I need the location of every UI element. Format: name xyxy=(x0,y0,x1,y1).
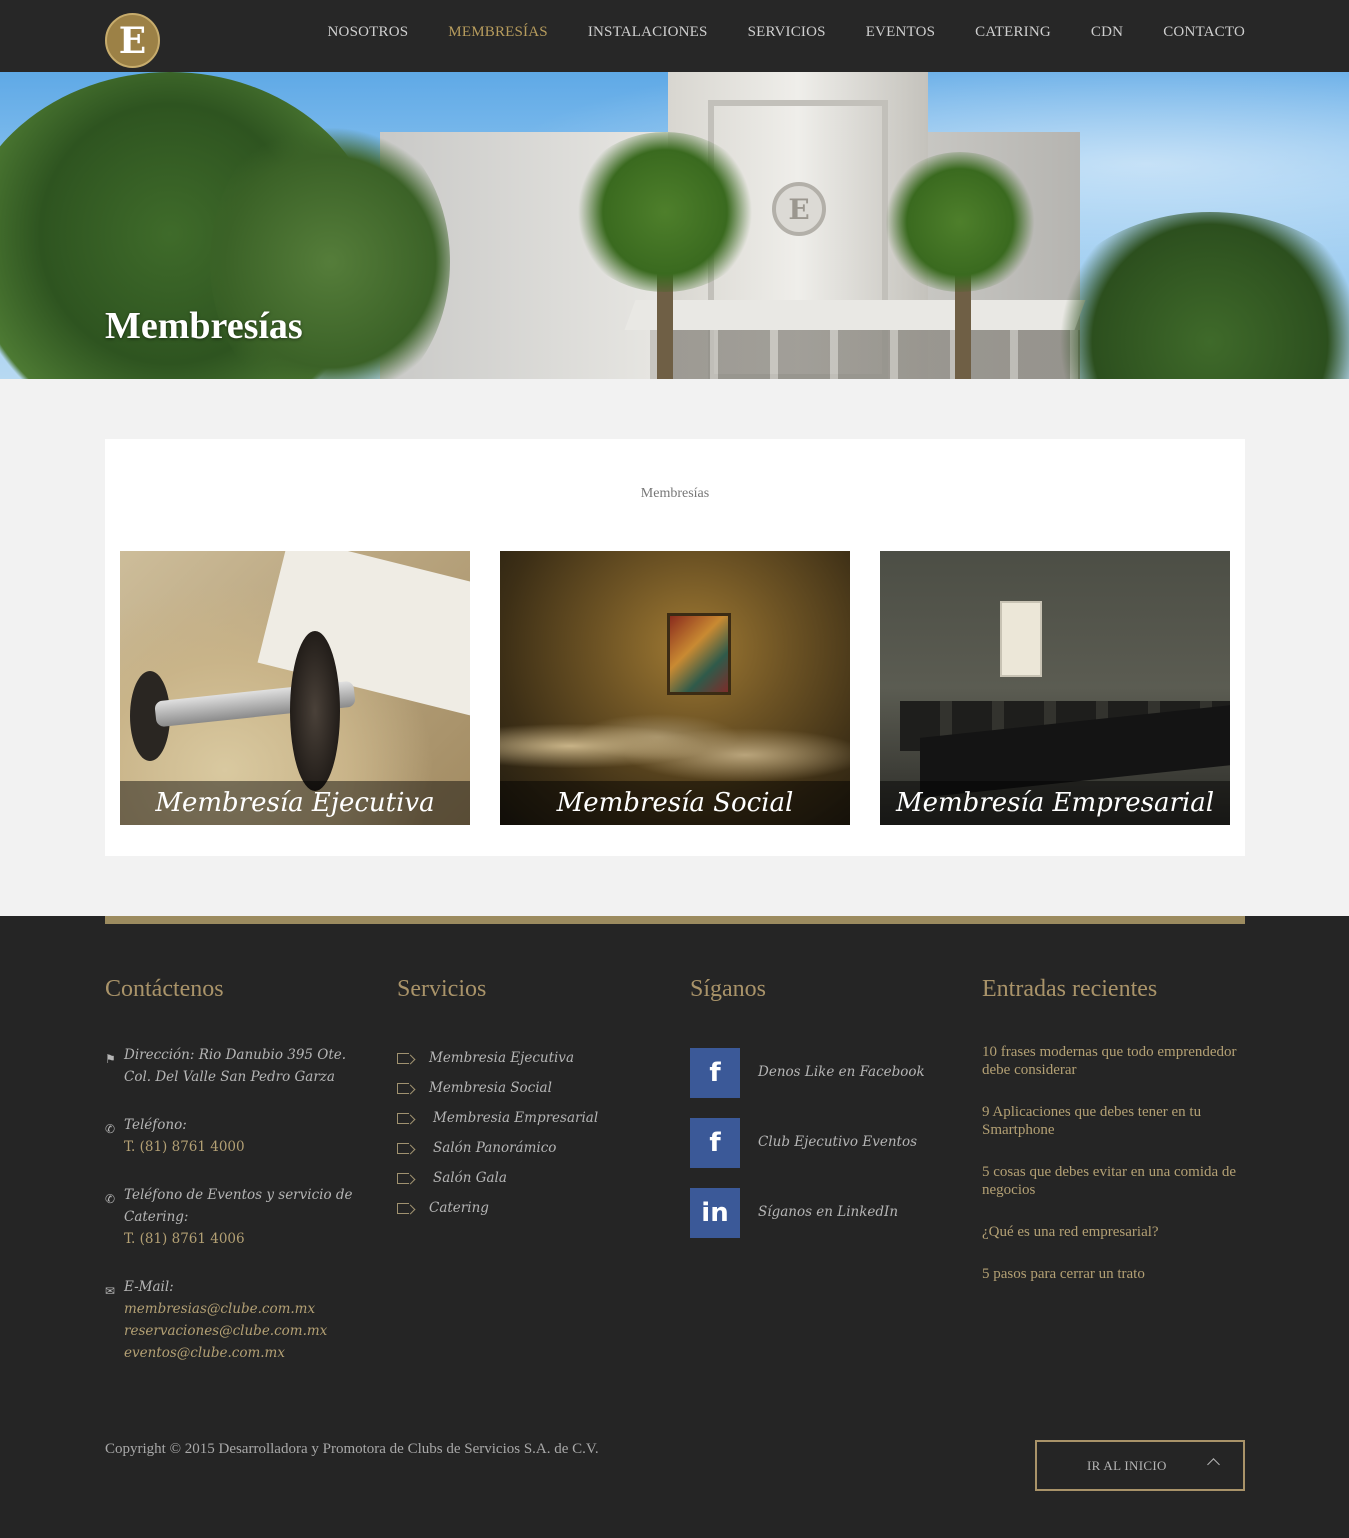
tile-caption: Membresía Social xyxy=(500,781,850,825)
arrow-icon xyxy=(397,1083,409,1094)
social-link-facebook-eventos[interactable]: f Club Ejecutivo Eventos xyxy=(690,1118,953,1168)
page-title: Membresías xyxy=(105,305,303,347)
events-phone-link[interactable]: T. (81) 8761 4006 xyxy=(105,1228,368,1250)
hero-banner: E Membresías xyxy=(0,72,1349,379)
contact-title: Contáctenos xyxy=(105,976,224,1002)
events-phone-block: ✆ Teléfono de Eventos y servicio de Cate… xyxy=(105,1184,368,1250)
email-link-reservaciones[interactable]: reservaciones@clube.com.mx xyxy=(105,1320,368,1342)
palm-tree xyxy=(880,152,1040,292)
tile-caption: Membresía Ejecutiva xyxy=(120,781,470,825)
email-link-membresias[interactable]: membresias@clube.com.mx xyxy=(105,1298,368,1320)
copyright-text: Copyright © 2015 Desarrolladora y Promot… xyxy=(105,1441,599,1457)
tile-caption: Membresía Empresarial xyxy=(880,781,1230,825)
recent-post-link[interactable]: 10 frases modernas que todo emprendedor … xyxy=(982,1043,1245,1079)
email-block: ✉ E-Mail: membresias@clube.com.mx reserv… xyxy=(105,1276,368,1364)
hero-canopy-posts xyxy=(650,330,1080,379)
recent-post-link[interactable]: 5 pasos para cerrar un trato xyxy=(982,1265,1245,1283)
arrow-icon xyxy=(397,1203,409,1214)
footer-follow: Síganos f Denos Like en Facebook f Club … xyxy=(690,976,953,1238)
footer-contact: Contáctenos ⚑ Dirección: Rio Danubio 395… xyxy=(105,976,368,1361)
linkedin-icon: in xyxy=(690,1188,740,1238)
recent-post-link[interactable]: 9 Aplicaciones que debes tener en tu Sma… xyxy=(982,1103,1245,1139)
club-logo[interactable]: E xyxy=(105,13,160,68)
palm-tree xyxy=(570,132,760,292)
recent-title: Entradas recientes xyxy=(982,976,1158,1002)
nav-item-nosotros[interactable]: NOSOTROS xyxy=(328,24,409,41)
back-to-top-label: IR AL INICIO xyxy=(1087,1458,1167,1473)
phone-icon: ✆ xyxy=(105,1122,116,1136)
email-link-eventos[interactable]: eventos@clube.com.mx xyxy=(105,1342,368,1364)
nav-item-contacto[interactable]: CONTACTO xyxy=(1163,24,1245,41)
social-link-linkedin[interactable]: in Síganos en LinkedIn xyxy=(690,1188,953,1238)
envelope-icon: ✉ xyxy=(105,1284,116,1298)
facebook-icon: f xyxy=(690,1118,740,1168)
phone-link[interactable]: T. (81) 8761 4000 xyxy=(105,1136,368,1158)
address-block: ⚑ Dirección: Rio Danubio 395 Ote. Col. D… xyxy=(105,1047,347,1085)
nav-item-servicios[interactable]: SERVICIOS xyxy=(748,24,826,41)
social-link-facebook[interactable]: f Denos Like en Facebook xyxy=(690,1048,953,1098)
site-footer: Contáctenos ⚑ Dirección: Rio Danubio 395… xyxy=(0,916,1349,1538)
recent-post-link[interactable]: ¿Qué es una red empresarial? xyxy=(982,1223,1245,1241)
tile-membresia-social[interactable]: Membresía Social xyxy=(500,551,850,825)
nav-item-membresias[interactable]: MEMBRESÍAS xyxy=(448,24,548,41)
membership-card: Membresías Membresía Ejecutiva Membresía… xyxy=(105,439,1245,856)
tile-membresia-empresarial[interactable]: Membresía Empresarial xyxy=(880,551,1230,825)
phone-icon: ✆ xyxy=(105,1192,116,1206)
recent-post-link[interactable]: 5 cosas que debes evitar en una comida d… xyxy=(982,1163,1245,1199)
nav-item-cdn[interactable]: CDN xyxy=(1091,24,1123,41)
nav-item-eventos[interactable]: EVENTOS xyxy=(866,24,935,41)
main-nav: NOSOTROS MEMBRESÍAS INSTALACIONES SERVIC… xyxy=(288,24,1246,41)
arrow-icon xyxy=(397,1113,409,1124)
services-title: Servicios xyxy=(397,976,487,1002)
flag-icon: ⚑ xyxy=(105,1052,116,1066)
chevron-up-icon xyxy=(1207,1458,1220,1471)
logo-letter: E xyxy=(118,19,147,62)
nav-item-catering[interactable]: CATERING xyxy=(975,24,1051,41)
nav-item-instalaciones[interactable]: INSTALACIONES xyxy=(588,24,708,41)
hero-canopy xyxy=(624,300,1086,330)
back-to-top-button[interactable]: IR AL INICIO xyxy=(1035,1440,1245,1491)
phone-block: ✆ Teléfono: T. (81) 8761 4000 xyxy=(105,1114,368,1158)
arrow-icon xyxy=(397,1053,409,1064)
footer-divider xyxy=(105,916,1245,924)
footer-services: Servicios Membresia Ejecutiva Membresia … xyxy=(397,976,660,1216)
site-header: E NOSOTROS MEMBRESÍAS INSTALACIONES SERV… xyxy=(0,0,1349,72)
arrow-icon xyxy=(397,1143,409,1154)
follow-title: Síganos xyxy=(690,976,767,1002)
footer-recent-posts: Entradas recientes 10 frases modernas qu… xyxy=(982,976,1245,1282)
arrow-icon xyxy=(397,1173,409,1184)
section-title: Membresías xyxy=(640,486,710,501)
facebook-icon: f xyxy=(690,1048,740,1098)
tile-membresia-ejecutiva[interactable]: Membresía Ejecutiva xyxy=(120,551,470,825)
building-emblem: E xyxy=(772,182,826,236)
